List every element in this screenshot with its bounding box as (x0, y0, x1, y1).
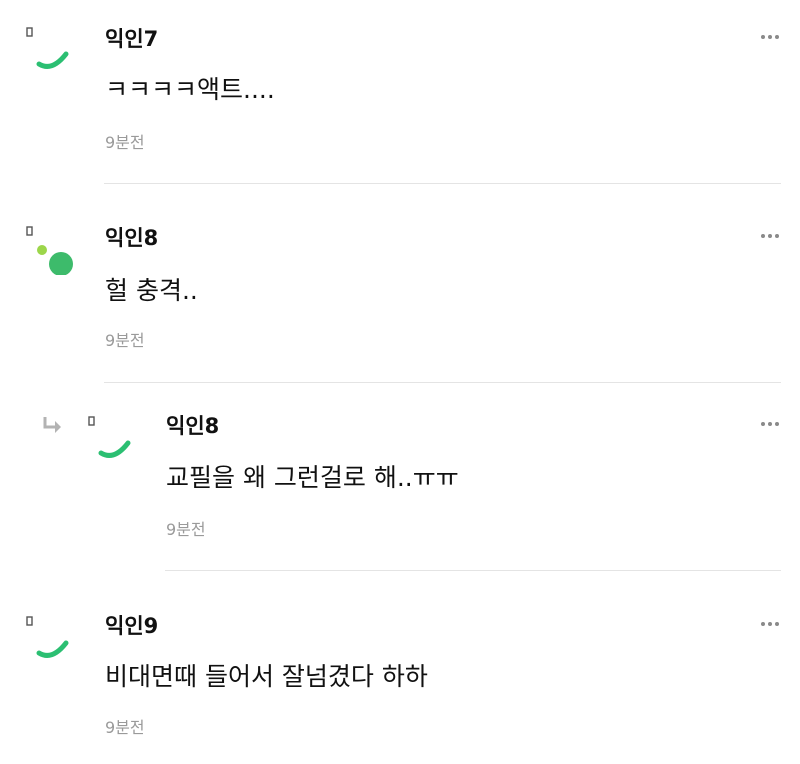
comment-author[interactable]: 익인9 (105, 616, 158, 637)
comment-text: 교필을 왜 그런걸로 해..ㅠㅠ (166, 463, 459, 492)
reply-item: 익인8 교필을 왜 그런걸로 해..ㅠㅠ 9분전 (0, 383, 800, 571)
comment-item: 익인9 비대면때 들어서 잘넘겼다 하하 9분전 (0, 571, 800, 764)
comment-author[interactable]: 익인8 (105, 228, 158, 249)
comment-item: 익인8 헐 충격.. 9분전 (0, 185, 800, 383)
comment-item: 익인7 ㅋㅋㅋㅋ액트.... 9분전 (0, 0, 800, 185)
comment-time: 9분전 (105, 331, 145, 350)
more-dots-icon[interactable] (759, 31, 783, 43)
comment-text: 헐 충격.. (105, 276, 198, 305)
more-dots-icon[interactable] (759, 418, 783, 430)
comment-divider (104, 183, 781, 184)
comment-author[interactable]: 익인7 (105, 29, 158, 50)
reply-arrow-icon (41, 415, 67, 437)
more-dots-icon[interactable] (759, 230, 783, 242)
comment-author[interactable]: 익인8 (166, 416, 219, 437)
arc-avatar-icon[interactable] (24, 613, 76, 665)
comment-time: 9분전 (105, 133, 145, 152)
more-dots-icon[interactable] (759, 618, 783, 630)
dots-avatar-icon[interactable] (24, 223, 76, 275)
comment-time: 9분전 (166, 520, 206, 539)
arc-avatar-icon[interactable] (86, 413, 138, 465)
comment-text: 비대면때 들어서 잘넘겼다 하하 (105, 662, 428, 691)
comment-text: ㅋㅋㅋㅋ액트.... (105, 75, 275, 104)
arc-avatar-icon[interactable] (24, 24, 76, 76)
comment-time: 9분전 (105, 718, 145, 737)
